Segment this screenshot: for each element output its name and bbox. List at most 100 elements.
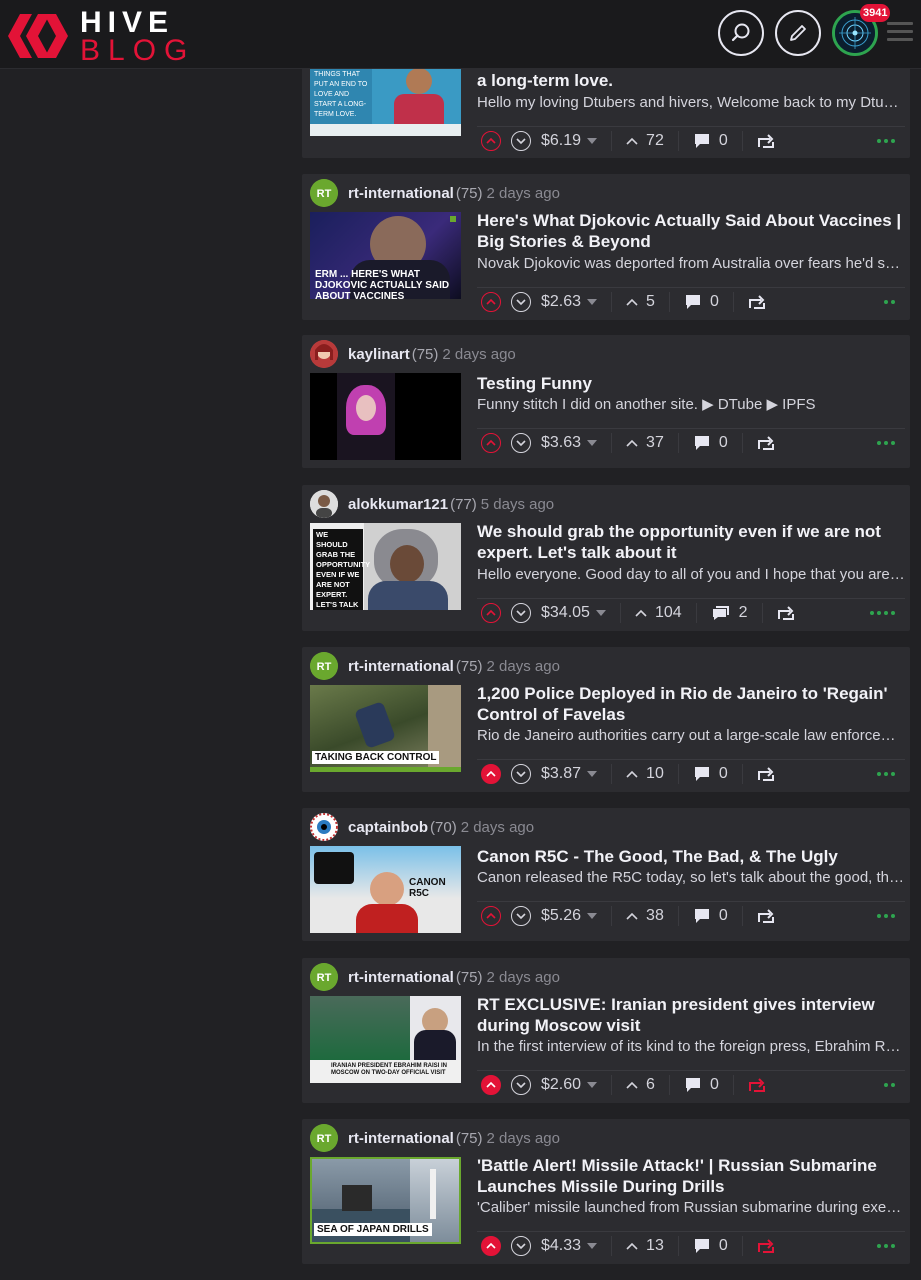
upvote-button[interactable] [481,432,501,453]
post-thumbnail[interactable] [310,373,461,460]
voters-list[interactable]: 10 [626,765,664,783]
post-summary[interactable]: In the first interview of its kind to th… [477,1037,905,1057]
post-thumbnail[interactable]: CANON R5C [310,846,461,933]
author-avatar[interactable] [310,490,338,518]
more-options-button[interactable] [877,1243,895,1248]
upvote-button[interactable] [481,602,501,623]
payout-dropdown[interactable]: $3.87 [541,765,598,783]
downvote-button[interactable] [511,763,531,784]
upvote-button[interactable] [481,763,501,784]
upvote-button[interactable] [481,291,501,312]
post-thumbnail[interactable]: IRANIAN PRESIDENT EBRAHIM RAISI IN MOSCO… [310,996,461,1083]
more-options-button[interactable] [877,771,895,776]
author-name[interactable]: kaylinart [348,346,410,363]
post-summary[interactable]: 'Caliber' missile launched from Russian … [477,1198,905,1218]
post-summary[interactable]: Rio de Janeiro authorities carry out a l… [477,726,905,746]
voters-list[interactable]: 104 [635,604,682,622]
voters-list[interactable]: 37 [626,434,664,452]
reblog-button[interactable] [757,133,775,148]
downvote-button[interactable] [511,130,531,151]
payout-dropdown[interactable]: $34.05 [541,604,606,622]
downvote-button[interactable] [511,1074,531,1095]
author-name[interactable]: rt-international [348,185,454,202]
comments-link[interactable]: 0 [693,907,728,925]
more-options-button[interactable] [877,440,895,445]
comments-link[interactable]: 0 [684,293,719,311]
hive-blog-logo[interactable]: HIVE BLOG [8,8,187,66]
payout-dropdown[interactable]: $5.26 [541,907,598,925]
comments-link[interactable]: 2 [711,604,748,622]
post-title[interactable]: Testing Funny [477,373,905,394]
author-name[interactable]: alokkumar121 [348,496,448,513]
post-title[interactable]: Here's What Djokovic Actually Said About… [477,210,905,252]
more-options-button[interactable] [884,1082,895,1087]
upvote-button[interactable] [481,130,501,151]
reblog-button[interactable] [757,1238,775,1253]
post-title[interactable]: We should grab the opportunity even if w… [477,521,905,563]
payout-dropdown[interactable]: $3.63 [541,434,598,452]
reblog-button[interactable] [748,294,766,309]
post-age[interactable]: 2 days ago [461,819,534,836]
post-thumbnail[interactable]: WE SHOULD GRAB THE OPPORTUNITY EVEN IF W… [310,523,461,610]
author-avatar[interactable] [310,813,338,841]
post-title[interactable]: 1,200 Police Deployed in Rio de Janeiro … [477,683,905,725]
post-thumbnail[interactable]: ERM ... HERE'S WHAT DJOKOVIC ACTUALLY SA… [310,212,461,299]
post-summary[interactable]: Canon released the R5C today, so let's t… [477,868,905,888]
reblog-button[interactable] [748,1077,766,1092]
post-summary[interactable]: Hello my loving Dtubers and hivers, Welc… [477,93,905,113]
payout-dropdown[interactable]: $2.60 [541,1076,598,1094]
reblog-button[interactable] [757,435,775,450]
post-age[interactable]: 2 days ago [487,1130,560,1147]
upvote-button[interactable] [481,905,501,926]
post-title[interactable]: Canon R5C - The Good, The Bad, & The Ugl… [477,846,905,867]
reblog-button[interactable] [777,605,795,620]
post-summary[interactable]: Novak Djokovic was deported from Austral… [477,254,905,274]
downvote-button[interactable] [511,291,531,312]
voters-list[interactable]: 72 [626,132,664,150]
hamburger-menu-icon[interactable] [887,22,913,42]
author-avatar[interactable]: RT [310,179,338,207]
post-summary[interactable]: Hello everyone. Good day to all of you a… [477,565,905,585]
post-thumbnail[interactable]: TAKING BACK CONTROL [310,685,461,772]
notification-badge[interactable]: 3941 [860,4,891,22]
post-age[interactable]: 2 days ago [487,185,560,202]
more-options-button[interactable] [870,610,895,615]
comments-link[interactable]: 0 [684,1076,719,1094]
voters-list[interactable]: 5 [626,293,655,311]
downvote-button[interactable] [511,1235,531,1256]
search-button[interactable] [718,10,764,56]
compose-post-button[interactable] [775,10,821,56]
comments-link[interactable]: 0 [693,765,728,783]
author-name[interactable]: rt-international [348,1130,454,1147]
author-avatar[interactable]: RT [310,652,338,680]
post-title[interactable]: a long-term love. [477,70,905,91]
post-age[interactable]: 2 days ago [442,346,515,363]
author-avatar[interactable] [310,340,338,368]
author-name[interactable]: captainbob [348,819,428,836]
post-title[interactable]: RT EXCLUSIVE: Iranian president gives in… [477,994,905,1036]
payout-dropdown[interactable]: $2.63 [541,293,598,311]
upvote-button[interactable] [481,1074,501,1095]
downvote-button[interactable] [511,432,531,453]
downvote-button[interactable] [511,602,531,623]
payout-dropdown[interactable]: $6.19 [541,132,598,150]
author-name[interactable]: rt-international [348,969,454,986]
author-name[interactable]: rt-international [348,658,454,675]
author-avatar[interactable]: RT [310,963,338,991]
payout-dropdown[interactable]: $4.33 [541,1237,598,1255]
voters-list[interactable]: 13 [626,1237,664,1255]
comments-link[interactable]: 0 [693,434,728,452]
reblog-button[interactable] [757,766,775,781]
more-options-button[interactable] [877,138,895,143]
post-thumbnail[interactable]: SEA OF JAPAN DRILLS [310,1157,461,1244]
post-age[interactable]: 2 days ago [487,658,560,675]
post-age[interactable]: 5 days ago [481,496,554,513]
comments-link[interactable]: 0 [693,1237,728,1255]
downvote-button[interactable] [511,905,531,926]
voters-list[interactable]: 38 [626,907,664,925]
more-options-button[interactable] [884,299,895,304]
upvote-button[interactable] [481,1235,501,1256]
reblog-button[interactable] [757,908,775,923]
more-options-button[interactable] [877,913,895,918]
post-summary[interactable]: Funny stitch I did on another site. ▶ DT… [477,395,905,415]
